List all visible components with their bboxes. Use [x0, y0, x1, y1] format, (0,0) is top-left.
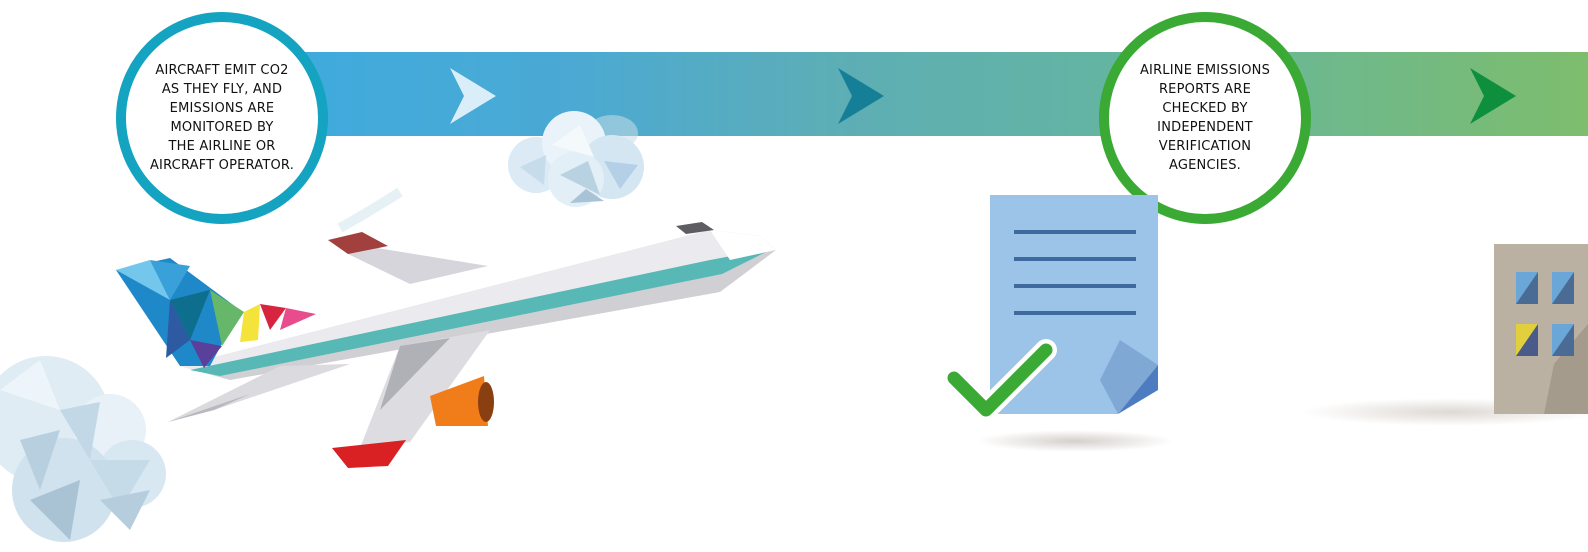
- chevron-arrow-icon: [1470, 68, 1516, 124]
- chevron-arrow-icon: [450, 68, 496, 124]
- step-text-line: AIRLINE EMISSIONS: [1139, 63, 1271, 78]
- document-icon: [943, 195, 1158, 421]
- step-text-line: INDEPENDENT: [1157, 120, 1253, 135]
- step-text: AIRLINE EMISSIONS REPORTS ARE CHECKED BY…: [1126, 61, 1284, 175]
- step-text-line: EMISSIONS ARE: [169, 101, 275, 116]
- step-text-line: MONITORED BY: [170, 120, 274, 135]
- step-text-line: THE AIRLINE OR: [168, 139, 276, 154]
- step-text-line: AIRCRAFT OPERATOR.: [149, 158, 295, 173]
- step-text-line: REPORTS ARE: [1158, 82, 1252, 97]
- step-text-line: AGENCIES.: [1169, 158, 1241, 173]
- step-text: AIRCRAFT EMIT CO2 AS THEY FLY, AND EMISS…: [136, 61, 308, 175]
- step-text-line: CHECKED BY: [1162, 101, 1248, 116]
- process-band: [230, 52, 1588, 136]
- step-text-line: VERIFICATION: [1158, 139, 1252, 154]
- step-text-line: AS THEY FLY, AND: [161, 82, 283, 97]
- airplane-icon: [116, 187, 776, 468]
- building-icon: [1494, 244, 1588, 414]
- chevron-arrow-icon: [838, 68, 884, 124]
- document-shadow: [975, 430, 1175, 452]
- step-text-line: AIRCRAFT EMIT CO2: [155, 63, 289, 78]
